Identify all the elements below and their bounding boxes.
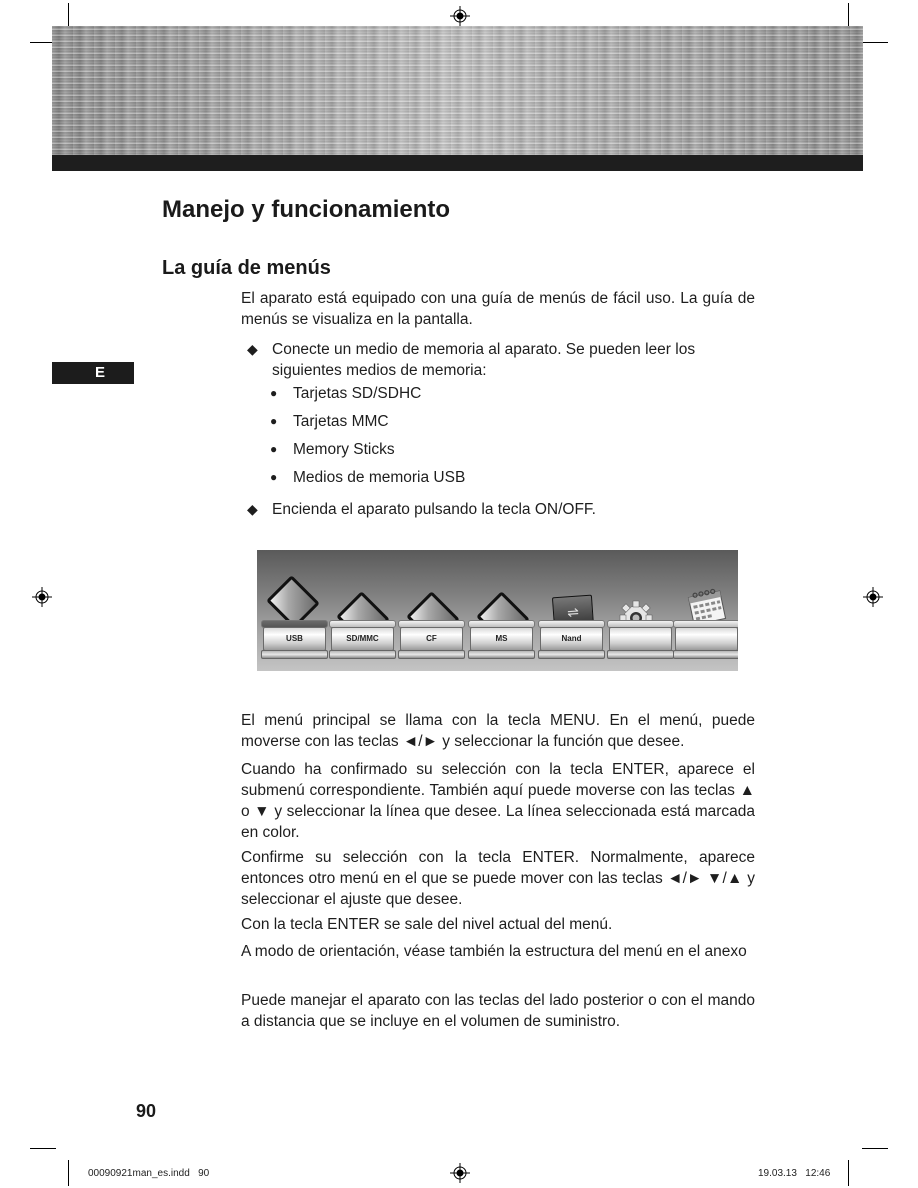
menu-item-cf: CF [398, 620, 465, 660]
menu-item-label: SD/MMC [331, 627, 394, 651]
bullet-text: Encienda el aparato pulsando la tecla ON… [272, 501, 596, 518]
crop-mark [862, 1148, 888, 1149]
crop-mark [68, 1160, 69, 1186]
body-paragraph: El menú principal se llama con la tecla … [241, 712, 755, 750]
body-paragraph: Cuando ha confirmado su selección con la… [241, 761, 755, 841]
language-tab: E [52, 362, 134, 384]
menu-item-calendar [673, 620, 738, 660]
registration-mark-icon [32, 587, 52, 607]
brushed-metal-banner [52, 26, 863, 156]
menu-item-sd-mmc: SD/MMC [329, 620, 396, 660]
diamond-bullet-icon: ◆ [247, 341, 258, 357]
page-title: Manejo y funcionamiento [162, 196, 451, 223]
sub-item-text: Medios de memoria USB [293, 469, 466, 486]
crop-mark [848, 1160, 849, 1186]
intro-paragraph: El aparato está equipado con una guía de… [241, 290, 755, 328]
menu-item-label: Nand [540, 627, 603, 651]
slug-timestamp: 19.03.13 12:46 [758, 1168, 831, 1179]
menu-item-settings [607, 620, 674, 660]
registration-mark-icon [450, 6, 470, 26]
banner-bar [52, 155, 863, 171]
diamond-bullet-icon: ◆ [247, 501, 258, 517]
main-menu-screenshot: USB SD/MMC CF MS ⇌ Nand [257, 550, 738, 671]
crop-mark [30, 1148, 56, 1149]
sub-item-text: Tarjetas MMC [293, 413, 389, 430]
dot-bullet-icon: ● [270, 386, 278, 400]
menu-item-usb: USB [261, 620, 328, 660]
dot-bullet-icon: ● [270, 414, 278, 428]
menu-item-label [609, 627, 672, 651]
body-paragraph: A modo de orientación, véase también la … [241, 943, 747, 960]
menu-item-nand: Nand [538, 620, 605, 660]
registration-mark-icon [863, 587, 883, 607]
section-title: La guía de menús [162, 257, 331, 279]
page-number: 90 [136, 1101, 157, 1121]
body-paragraph: Puede manejar el aparato con las teclas … [241, 992, 755, 1030]
sub-item-text: Tarjetas SD/SDHC [293, 385, 422, 402]
menu-item-label: USB [263, 627, 326, 651]
bullet-text: Conecte un medio de memoria al aparato. … [272, 341, 696, 379]
body-paragraph: Con la tecla ENTER se sale del nivel act… [241, 916, 613, 933]
sub-item-text: Memory Sticks [293, 441, 395, 458]
menu-item-ms: MS [468, 620, 535, 660]
menu-item-label: CF [400, 627, 463, 651]
language-tab-label: E [94, 364, 105, 381]
crop-mark [862, 42, 888, 43]
dot-bullet-icon: ● [270, 442, 278, 456]
menu-item-label: MS [470, 627, 533, 651]
registration-mark-icon [450, 1163, 470, 1183]
menu-item-label [675, 627, 738, 651]
dot-bullet-icon: ● [270, 470, 278, 484]
body-paragraph: Confirme su selección con la tecla ENTER… [241, 849, 755, 908]
slug-filename: 00090921man_es.indd 90 [88, 1168, 210, 1179]
